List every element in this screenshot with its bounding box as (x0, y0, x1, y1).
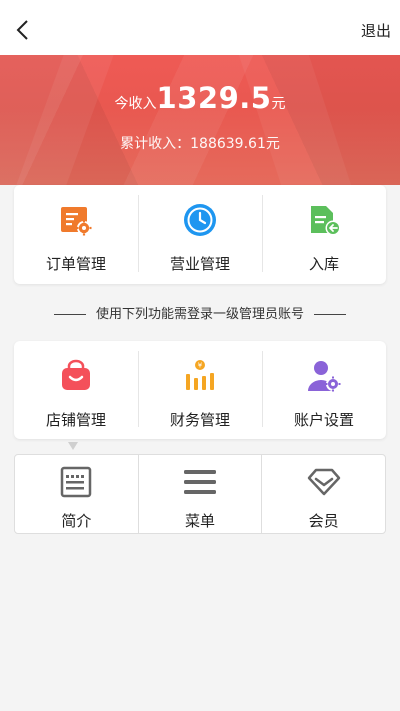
dropdown-pointer-icon (68, 442, 78, 450)
member-label: 会员 (308, 512, 339, 530)
user-settings-icon (307, 359, 341, 393)
intro-button[interactable]: 简介 (15, 455, 138, 533)
today-income-unit: 元 (271, 96, 286, 112)
order-settings-icon (59, 203, 93, 237)
chevron-left-icon (16, 20, 28, 40)
menu-label: 菜单 (185, 512, 216, 530)
intro-label: 简介 (61, 512, 92, 530)
income-banner: 今收入1329.5元 累计收入：188639.61元 (0, 55, 400, 185)
admin-login-notice: 使用下列功能需登录一级管理员账号 (0, 303, 400, 323)
shop-management-button[interactable]: 店铺管理 (14, 341, 138, 439)
document-return-icon (307, 203, 341, 237)
banner-decoration (16, 55, 114, 185)
admin-menu-card: 店铺管理 ¥ 财务管理 账户设置 (14, 341, 386, 439)
logout-button[interactable]: 退出 (361, 20, 391, 41)
menu-lines-icon (183, 465, 217, 499)
intro-document-icon (59, 465, 93, 499)
top-bar: 退出 (0, 0, 400, 55)
business-management-button[interactable]: 营业管理 (138, 185, 262, 284)
account-settings-button[interactable]: 账户设置 (262, 341, 386, 439)
back-button[interactable] (12, 16, 36, 44)
today-income-label: 今收入 (114, 96, 157, 112)
shop-management-label: 店铺管理 (45, 411, 106, 429)
total-income: 累计收入：188639.61元 (120, 136, 280, 152)
stock-in-button[interactable]: 入库 (262, 185, 386, 284)
finance-management-button[interactable]: ¥ 财务管理 (138, 341, 262, 439)
account-settings-label: 账户设置 (293, 411, 354, 429)
menu-button[interactable]: 菜单 (137, 455, 262, 533)
extra-menu-card: 简介 菜单 会员 (14, 454, 386, 534)
divider-line (314, 314, 346, 315)
today-income: 今收入1329.5元 (0, 81, 400, 115)
admin-login-notice-text: 使用下列功能需登录一级管理员账号 (95, 307, 304, 322)
diamond-icon (307, 465, 341, 499)
divider-line (53, 314, 86, 315)
banner-decoration (238, 55, 352, 185)
order-management-label: 订单管理 (45, 255, 106, 273)
shop-bag-icon (59, 359, 93, 393)
svg-text:¥: ¥ (198, 362, 203, 370)
finance-bars-icon: ¥ (183, 359, 217, 393)
member-button[interactable]: 会员 (261, 455, 385, 533)
clock-icon (183, 203, 217, 237)
today-income-amount: 1329.5 (156, 81, 272, 115)
stock-in-label: 入库 (308, 255, 339, 273)
finance-management-label: 财务管理 (169, 411, 230, 429)
main-menu-card: 订单管理 营业管理 入库 (14, 185, 386, 284)
business-management-label: 营业管理 (169, 255, 230, 273)
order-management-button[interactable]: 订单管理 (14, 185, 138, 284)
